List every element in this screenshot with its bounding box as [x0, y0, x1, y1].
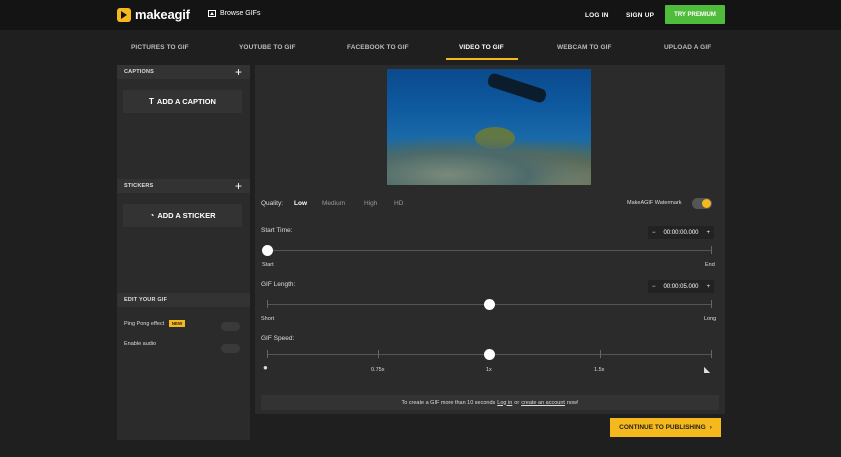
start-time-track[interactable] [267, 250, 712, 251]
notice-create-account-link[interactable]: create an account [521, 400, 565, 406]
start-time-stepper: − 00:00:00.000 + [648, 226, 714, 239]
video-diver-shape [486, 72, 548, 104]
active-tab-indicator [446, 58, 518, 60]
text-icon: T [149, 97, 154, 106]
gif-speed-handle[interactable] [484, 349, 495, 360]
length-max-label: Long [704, 316, 717, 322]
start-time-plus-button[interactable]: + [706, 230, 710, 236]
add-sticker-plus-icon[interactable]: + [235, 179, 242, 193]
editor-panel: Quality: Low Medium High HD MakeAGIF Wat… [255, 65, 725, 440]
gif-length-minus-button[interactable]: − [652, 284, 656, 290]
tab-webcam-to-gif[interactable]: WEBCAM TO GIF [557, 44, 612, 51]
start-min-label: Start [262, 262, 274, 268]
tab-youtube-to-gif[interactable]: YOUTUBE TO GIF [239, 44, 296, 51]
continue-to-publishing-label: CONTINUE TO PUBLISHING [619, 424, 706, 431]
speed-mark-075: 0.75x [371, 367, 385, 373]
new-badge: NEW [168, 320, 186, 327]
edit-gif-title: EDIT YOUR GIF [124, 297, 168, 303]
captions-title: CAPTIONS [124, 69, 155, 75]
stickers-title: STICKERS [124, 183, 154, 189]
signup-link[interactable]: SIGN UP [626, 12, 654, 19]
tab-video-to-gif[interactable]: VIDEO TO GIF [459, 44, 504, 51]
time-limit-notice: To create a GIF more than 10 seconds Log… [261, 395, 719, 410]
tab-facebook-to-gif[interactable]: FACEBOOK TO GIF [347, 44, 409, 51]
continue-to-publishing-button[interactable]: CONTINUE TO PUBLISHING › [610, 418, 721, 437]
top-navigation-bar: makeagif Browse GIFs LOG IN SIGN UP TRY … [0, 0, 841, 30]
gif-speed-label: GIF Speed: [261, 335, 295, 342]
quality-option-high[interactable]: High [364, 200, 377, 207]
stickers-header: STICKERS + [117, 179, 250, 193]
sticker-icon: ◔ [149, 211, 155, 220]
captions-header: CAPTIONS + [117, 65, 250, 79]
gif-length-stepper: − 00:00:05.000 + [648, 280, 714, 293]
gif-speed-tick-5 [711, 350, 712, 358]
notice-text-after: now! [566, 399, 579, 406]
gif-speed-tick-4 [600, 350, 601, 358]
gif-length-tick-min [267, 300, 268, 308]
start-time-label: Start Time: [261, 227, 293, 234]
play-logo-icon [117, 7, 131, 22]
tool-tabs: PICTURES TO GIF YOUTUBE TO GIF FACEBOOK … [117, 36, 725, 60]
speed-mark-1: 1x [486, 367, 492, 373]
quality-option-medium[interactable]: Medium [322, 200, 345, 207]
start-max-label: End [705, 262, 715, 268]
gif-length-value[interactable]: 00:00:05.000 [663, 284, 698, 290]
browse-gifs-link[interactable]: Browse GIFs [208, 10, 260, 17]
turtle-slow-icon: ● [263, 363, 268, 372]
gif-length-label: GIF Length: [261, 281, 296, 288]
gif-length-plus-button[interactable]: + [706, 284, 710, 290]
browse-gifs-label: Browse GIFs [220, 10, 261, 17]
watermark-toggle-knob [702, 199, 711, 208]
gif-length-handle[interactable] [484, 299, 495, 310]
speed-mark-15: 1.5x [594, 367, 605, 373]
quality-label: Quality: [261, 200, 284, 207]
start-time-tick-max [711, 246, 712, 254]
chevron-right-icon: › [709, 424, 712, 431]
logo-text: makeagif [135, 7, 190, 22]
add-sticker-label: ADD A STICKER [157, 211, 216, 220]
notice-login-link[interactable]: Log in [497, 400, 512, 406]
ping-pong-label: Ping Pong effect [124, 320, 165, 327]
video-preview[interactable] [387, 69, 591, 185]
gif-speed-tick-1 [267, 350, 268, 358]
edit-gif-header: EDIT YOUR GIF [117, 293, 250, 307]
start-time-value[interactable]: 00:00:00.000 [663, 230, 698, 236]
watermark-label: MakeAGIF Watermark [627, 200, 682, 206]
site-logo[interactable]: makeagif [117, 7, 190, 22]
length-min-label: Short [261, 316, 275, 322]
add-caption-plus-icon[interactable]: + [235, 65, 242, 79]
video-reef-shape [387, 135, 591, 185]
ping-pong-toggle[interactable] [221, 322, 240, 331]
gif-length-tick-max [711, 300, 712, 308]
ping-pong-row: Ping Pong effect NEW [124, 320, 186, 327]
gif-speed-tick-2 [378, 350, 379, 358]
watermark-toggle[interactable] [692, 198, 712, 209]
notice-text-before: To create a GIF more than 10 seconds [401, 399, 496, 406]
start-time-minus-button[interactable]: − [652, 230, 656, 236]
add-caption-button[interactable]: T ADD A CAPTION [123, 90, 242, 113]
notice-or-text: or [514, 399, 520, 406]
enable-audio-toggle[interactable] [221, 344, 240, 353]
add-sticker-button[interactable]: ◔ ADD A STICKER [123, 204, 242, 227]
start-time-handle[interactable] [261, 245, 273, 256]
image-icon [208, 10, 216, 17]
add-caption-label: ADD A CAPTION [156, 97, 216, 106]
quality-option-hd[interactable]: HD [394, 200, 403, 207]
try-premium-button[interactable]: TRY PREMIUM [665, 5, 725, 24]
login-link[interactable]: LOG IN [585, 12, 609, 19]
tab-upload-a-gif[interactable]: UPLOAD A GIF [664, 44, 711, 51]
enable-audio-label: Enable audio [124, 341, 157, 347]
quality-option-low[interactable]: Low [294, 200, 307, 207]
rabbit-fast-icon: ◣ [704, 365, 711, 374]
edit-sidebar: CAPTIONS + T ADD A CAPTION STICKERS + ◔ … [117, 65, 250, 440]
tab-pictures-to-gif[interactable]: PICTURES TO GIF [131, 44, 189, 51]
